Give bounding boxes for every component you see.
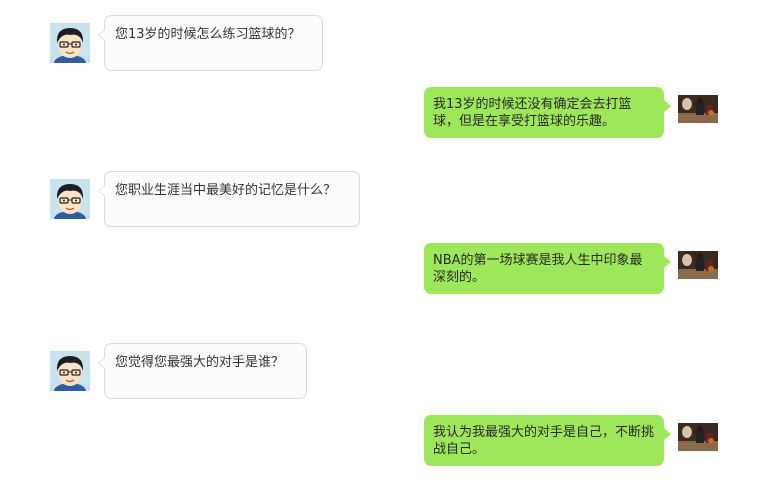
player-avatar-icon: [678, 423, 718, 451]
incoming-message-bubble[interactable]: 您觉得您最强大的对手是谁？: [98, 343, 307, 399]
bubble-tail: [98, 185, 105, 197]
bubble-tail: [664, 100, 671, 112]
outgoing-message-bubble[interactable]: 我13岁的时候还没有确定会去打篮球，但是在享受打篮球的乐趣。: [424, 87, 671, 138]
outgoing-message-bubble[interactable]: 我认为我最强大的对手是自己，不断挑战自己。: [424, 415, 671, 466]
incoming-message-bubble[interactable]: 您职业生涯当中最美好的记忆是什么？: [98, 171, 360, 227]
player-avatar-icon: [678, 251, 718, 279]
chat-window: 您13岁的时候怎么练习篮球的？ 我13岁的时候还没有确定会去打篮球，但是在享受打…: [0, 0, 763, 498]
bubble-tail: [98, 29, 105, 41]
bubble-tail: [664, 428, 671, 440]
message-text: 您13岁的时候怎么练习篮球的？: [115, 27, 301, 42]
message-text: NBA的第一场球赛是我人生中印象最深刻的。: [433, 253, 643, 285]
message-text: 我认为我最强大的对手是自己，不断挑战自己。: [433, 425, 655, 457]
incoming-message-bubble[interactable]: 您13岁的时候怎么练习篮球的？: [98, 15, 323, 71]
message-text: 您觉得您最强大的对手是谁？: [115, 355, 285, 370]
interviewer-avatar-icon: [50, 23, 90, 63]
bubble-tail: [664, 256, 671, 268]
message-text: 您职业生涯当中最美好的记忆是什么？: [115, 183, 337, 198]
outgoing-message-bubble[interactable]: NBA的第一场球赛是我人生中印象最深刻的。: [424, 243, 671, 294]
interviewer-avatar-icon: [50, 351, 90, 391]
interviewer-avatar-icon: [50, 179, 90, 219]
player-avatar-icon: [678, 95, 718, 123]
message-text: 我13岁的时候还没有确定会去打篮球，但是在享受打篮球的乐趣。: [433, 97, 632, 129]
bubble-tail: [98, 357, 105, 369]
